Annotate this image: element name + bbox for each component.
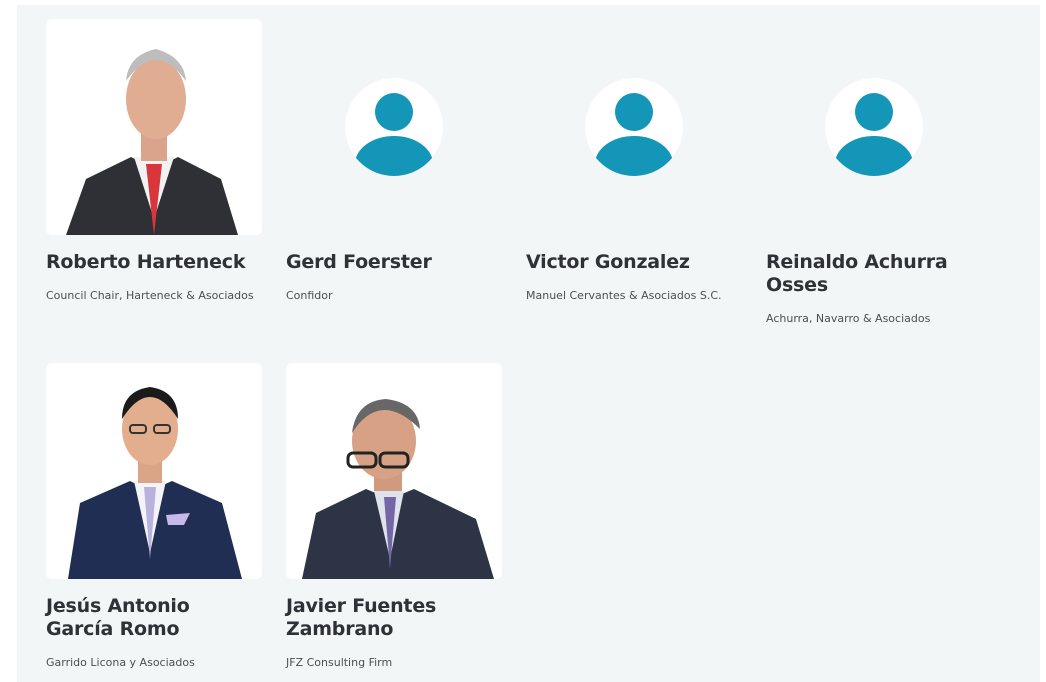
member-card[interactable]: Javier Fuentes Zambrano JFZ Consulting F… <box>286 363 502 671</box>
member-photo <box>526 19 742 235</box>
member-organization: Council Chair, Harteneck & Asociados <box>46 289 254 302</box>
avatar-placeholder-icon <box>345 78 443 176</box>
member-name[interactable]: Javier Fuentes Zambrano <box>286 595 502 641</box>
member-organization: Achurra, Navarro & Asociados <box>766 312 931 325</box>
avatar-placeholder-icon <box>825 78 923 176</box>
member-name[interactable]: Jesús Antonio García Romo <box>46 595 262 641</box>
member-card[interactable]: Roberto Harteneck Council Chair, Hartene… <box>46 19 262 304</box>
member-organization: Confidor <box>286 289 333 302</box>
member-name[interactable]: Victor Gonzalez <box>526 251 742 274</box>
members-grid: Roberto Harteneck Council Chair, Hartene… <box>17 5 1040 682</box>
member-name[interactable]: Gerd Foerster <box>286 251 502 274</box>
member-photo <box>766 19 982 235</box>
member-organization: JFZ Consulting Firm <box>286 656 393 669</box>
member-organization: Garrido Licona y Asociados <box>46 656 195 669</box>
member-organization: Manuel Cervantes & Asociados S.C. <box>526 289 722 302</box>
member-name[interactable]: Roberto Harteneck <box>46 251 262 274</box>
member-photo <box>286 19 502 235</box>
member-card[interactable]: Gerd Foerster Confidor <box>286 19 502 304</box>
member-photo <box>46 19 262 235</box>
member-photo <box>46 363 262 579</box>
avatar-placeholder-icon <box>585 78 683 176</box>
member-name[interactable]: Reinaldo Achurra Osses <box>766 251 982 297</box>
member-card[interactable]: Jesús Antonio García Romo Garrido Licona… <box>46 363 262 671</box>
member-photo <box>286 363 502 579</box>
member-card[interactable]: Victor Gonzalez Manuel Cervantes & Asoci… <box>526 19 742 304</box>
member-card[interactable]: Reinaldo Achurra Osses Achurra, Navarro … <box>766 19 982 327</box>
